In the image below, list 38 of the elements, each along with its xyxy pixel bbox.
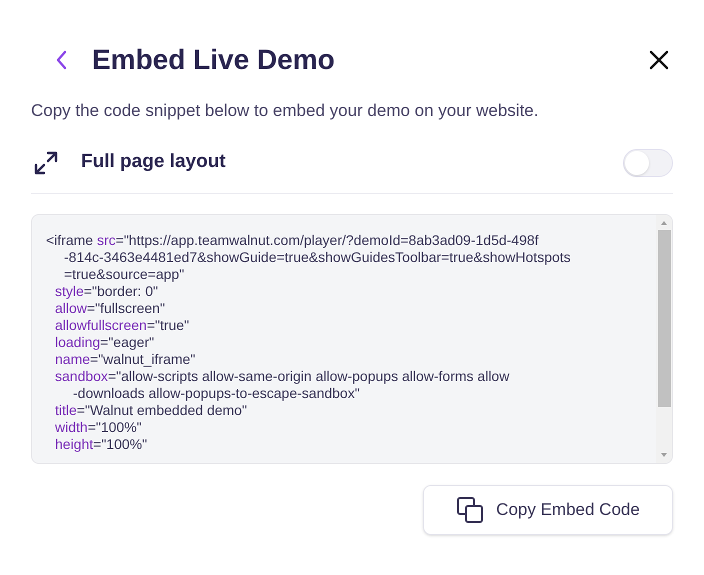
copy-embed-code-button[interactable]: Copy Embed Code bbox=[423, 484, 673, 534]
attribute-value: ="border: 0" bbox=[84, 282, 158, 298]
dialog-title: Embed Live Demo bbox=[92, 43, 335, 77]
attribute-value: ="100%" bbox=[88, 418, 142, 434]
scrollbar[interactable] bbox=[656, 214, 672, 462]
close-button[interactable] bbox=[647, 48, 671, 72]
attribute-name: sandbox bbox=[55, 368, 108, 384]
attribute-name: title bbox=[55, 402, 77, 418]
chevron-left-icon bbox=[55, 50, 67, 70]
attribute-value: ="true" bbox=[146, 316, 190, 332]
code-tag: <iframe bbox=[46, 232, 94, 248]
attribute-name: allow bbox=[55, 300, 87, 316]
attribute-value: ="https://app.teamwalnut.com/player/?demoId=8ab3ad09-1d5d-498f bbox=[116, 232, 539, 248]
description: Copy the code snippet below to embed your demo on your website. bbox=[31, 100, 540, 122]
attribute-value: ="fullscreen" bbox=[86, 300, 165, 316]
attribute-name: src bbox=[96, 232, 116, 248]
attribute-value: =true&source=app" bbox=[64, 266, 184, 282]
copy-icon bbox=[456, 496, 484, 524]
scroll-up-icon[interactable] bbox=[660, 218, 668, 226]
attribute-value: ="Walnut embedded demo" bbox=[76, 402, 247, 418]
attribute-value: ="eager" bbox=[100, 334, 154, 350]
attribute-name: loading bbox=[55, 334, 100, 350]
toggle-switch[interactable] bbox=[623, 148, 673, 176]
attribute-value: -downloads allow-popups-to-escape-sandbox" bbox=[73, 384, 360, 400]
attribute-value: ="allow-scripts allow-same-origin allow-popups allow-forms allow bbox=[108, 368, 510, 384]
attribute-name: name bbox=[55, 350, 90, 366]
option-label: Full page layout bbox=[81, 150, 226, 174]
expand-icon bbox=[33, 150, 59, 176]
code-box[interactable] bbox=[31, 214, 673, 464]
attribute-name: style bbox=[55, 282, 84, 298]
attribute-name: height bbox=[55, 436, 94, 452]
attribute-name: allowfullscreen bbox=[55, 316, 147, 332]
attribute-value: -814c-3463e4481ed7&showGuide=true&showGuidesToolbar=true&showHotspots bbox=[64, 248, 571, 264]
close-icon bbox=[649, 50, 669, 70]
scroll-down-icon[interactable] bbox=[660, 450, 668, 458]
attribute-name: width bbox=[55, 418, 88, 434]
attribute-value: ="walnut_iframe" bbox=[90, 350, 196, 366]
attribute-value: ="100%" bbox=[93, 436, 148, 452]
